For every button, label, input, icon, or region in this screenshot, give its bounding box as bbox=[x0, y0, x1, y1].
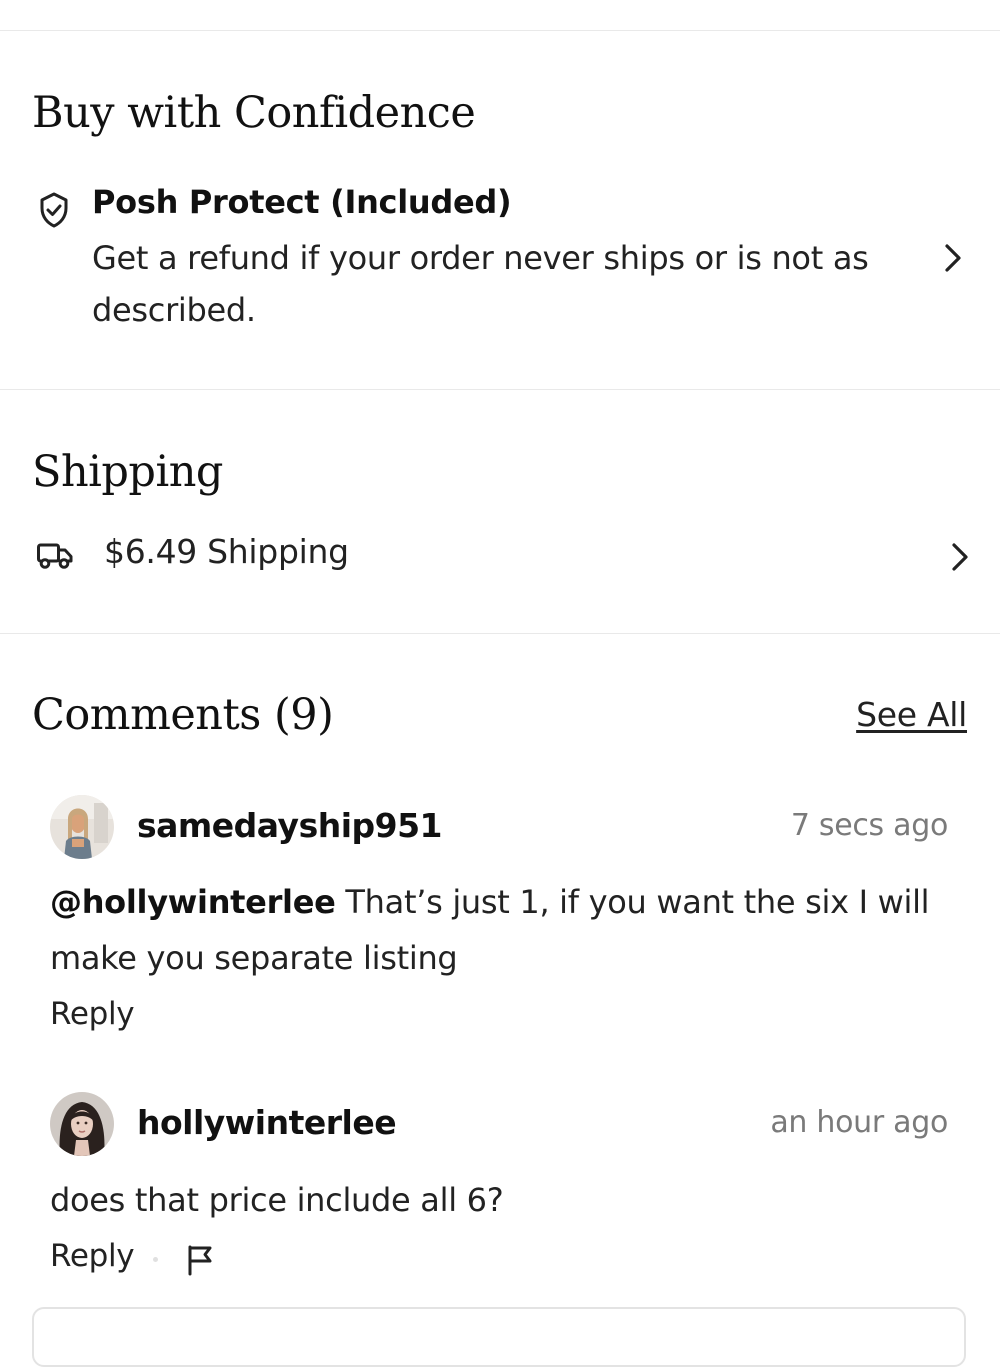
shield-check-icon bbox=[40, 192, 68, 228]
comment-mention[interactable]: @hollywinterlee bbox=[50, 883, 336, 921]
comment-text: does that price include all 6? bbox=[50, 1172, 930, 1228]
comment-text: @hollywinterlee That’s just 1, if you wa… bbox=[50, 874, 930, 986]
section-divider bbox=[0, 633, 1000, 634]
chevron-right-icon[interactable] bbox=[949, 541, 971, 573]
separator-dot bbox=[153, 1257, 158, 1262]
see-all-comments-link[interactable]: See All bbox=[856, 695, 967, 734]
comment-input[interactable] bbox=[32, 1307, 966, 1367]
section-divider bbox=[0, 389, 1000, 390]
buy-with-confidence-heading: Buy with Confidence bbox=[32, 88, 476, 138]
posh-protect-title: Posh Protect (Included) bbox=[92, 183, 512, 221]
avatar[interactable] bbox=[50, 1092, 114, 1156]
flag-icon[interactable] bbox=[186, 1244, 216, 1276]
comment-timestamp: an hour ago bbox=[770, 1105, 948, 1140]
comments-heading: Comments (9) bbox=[32, 690, 334, 740]
reply-button[interactable]: Reply bbox=[50, 996, 135, 1032]
posh-protect-description: Get a refund if your order never ships o… bbox=[92, 239, 869, 329]
chevron-right-icon[interactable] bbox=[942, 242, 964, 274]
shipping-price-label: $6.49 Shipping bbox=[104, 532, 349, 571]
comment-username[interactable]: samedayship951 bbox=[137, 806, 443, 845]
shipping-heading: Shipping bbox=[32, 447, 223, 497]
reply-button[interactable]: Reply bbox=[50, 1238, 135, 1274]
comment-username[interactable]: hollywinterlee bbox=[137, 1103, 397, 1142]
avatar[interactable] bbox=[50, 795, 114, 859]
comment-message: does that price include all 6? bbox=[50, 1181, 504, 1219]
top-divider bbox=[0, 30, 1000, 31]
comment-timestamp: 7 secs ago bbox=[790, 808, 948, 843]
truck-icon bbox=[37, 543, 73, 569]
